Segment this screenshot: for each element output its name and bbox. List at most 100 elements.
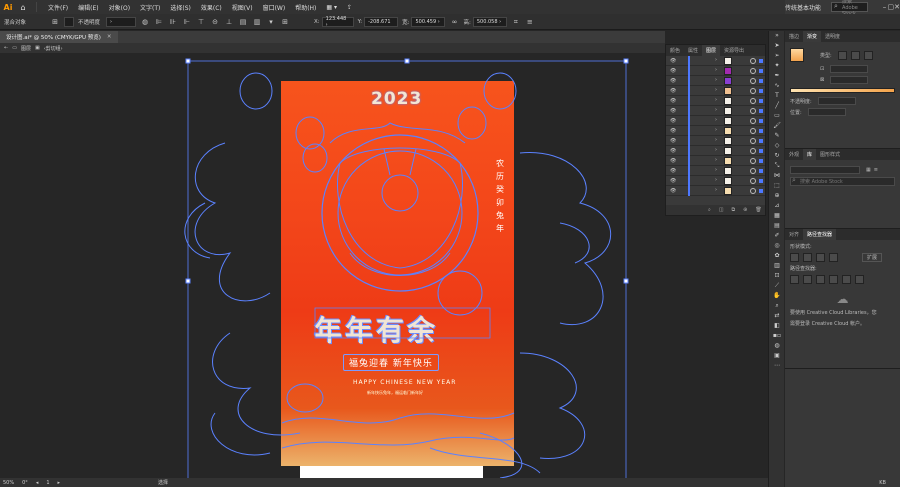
symbol-sprayer-tool-icon[interactable]: ✿ [769, 251, 785, 261]
close-icon[interactable]: ✕ [894, 3, 900, 11]
breadcrumb-clip-group[interactable]: ‹剪切组› [44, 45, 63, 52]
layer-row[interactable]: 👁 › [666, 156, 765, 166]
toolbar-collapse-icon[interactable]: » [769, 31, 785, 41]
layer-row[interactable]: 👁 › [666, 106, 765, 116]
workspace-switcher[interactable]: 传统基本功能 [785, 3, 821, 12]
line-tool-icon[interactable]: ╱ [769, 101, 785, 111]
recolor-icon[interactable]: ◍ [140, 17, 150, 27]
visibility-eye-icon[interactable]: 👁 [670, 148, 676, 154]
menu-type[interactable]: 文字(T) [135, 3, 165, 12]
new-layer-icon[interactable]: ⊕ [743, 207, 747, 213]
expand-caret-icon[interactable]: › [715, 127, 717, 133]
artboard-tool-icon[interactable]: ⊡ [769, 271, 785, 281]
selection-indicator[interactable] [759, 59, 763, 63]
expand-button[interactable]: 扩展 [862, 253, 883, 262]
radial-gradient-button[interactable] [850, 50, 860, 60]
expand-caret-icon[interactable]: › [715, 137, 717, 143]
gradient-edit-icon[interactable]: ⊡ [820, 66, 824, 72]
library-select[interactable] [790, 166, 860, 174]
visibility-eye-icon[interactable]: 👁 [670, 168, 676, 174]
x-coordinate-field[interactable]: 123.448 › [321, 16, 354, 28]
shape-builder-tool-icon[interactable]: ⊕ [769, 191, 785, 201]
target-icon[interactable] [750, 78, 756, 84]
outline-button[interactable] [842, 275, 851, 284]
expand-caret-icon[interactable]: › [715, 97, 717, 103]
pencil-tool-icon[interactable]: ✎ [769, 131, 785, 141]
expand-caret-icon[interactable]: › [715, 77, 717, 83]
menu-icon[interactable]: ≡ [525, 17, 535, 27]
target-icon[interactable] [750, 108, 756, 114]
isolate-icon[interactable]: ⊞ [50, 17, 60, 27]
magic-wand-tool-icon[interactable]: ✦ [769, 61, 785, 71]
tab-appearance[interactable]: 外观 [785, 149, 803, 160]
unite-button[interactable] [790, 253, 799, 262]
graph-tool-icon[interactable]: ▥ [769, 261, 785, 271]
opacity-field[interactable]: › [106, 16, 137, 27]
paintbrush-tool-icon[interactable]: 🖌 [769, 121, 785, 131]
target-icon[interactable] [750, 138, 756, 144]
rectangle-tool-icon[interactable]: ▭ [769, 111, 785, 121]
tab-stroke[interactable]: 描边 [785, 31, 803, 42]
selection-indicator[interactable] [759, 169, 763, 173]
layer-row[interactable]: 👁 › [666, 86, 765, 96]
target-icon[interactable] [750, 178, 756, 184]
direct-selection-tool-icon[interactable]: ➢ [769, 51, 785, 61]
edit-toolbar-icon[interactable]: ⋯ [769, 361, 785, 371]
eyedropper-tool-icon[interactable]: ✐ [769, 231, 785, 241]
fill-stroke-icon[interactable]: ◧ [769, 321, 785, 331]
layer-row[interactable]: 👁 › [666, 66, 765, 76]
menu-help[interactable]: 帮助(H) [290, 3, 321, 12]
rotate-tool-icon[interactable]: ↻ [769, 151, 785, 161]
selection-indicator[interactable] [759, 119, 763, 123]
menu-object[interactable]: 对象(O) [104, 3, 135, 12]
gradient-position-field[interactable] [807, 108, 846, 116]
menu-window[interactable]: 窗口(W) [258, 3, 291, 12]
visibility-eye-icon[interactable]: 👁 [670, 108, 676, 114]
expand-caret-icon[interactable]: › [715, 187, 717, 193]
layer-row[interactable]: 👁 › [666, 56, 765, 66]
back-arrow-icon[interactable]: ⇠ [4, 45, 8, 51]
slice-tool-icon[interactable]: ⟋ [769, 281, 785, 291]
expand-caret-icon[interactable]: › [715, 147, 717, 153]
expand-caret-icon[interactable]: › [715, 67, 717, 73]
minus-front-button[interactable] [803, 253, 812, 262]
draw-mode-icon[interactable]: ◍ [769, 341, 785, 351]
expand-caret-icon[interactable]: › [715, 87, 717, 93]
aspect-icon[interactable]: ⊠ [820, 77, 824, 83]
swap-colors-icon[interactable]: ⇄ [769, 311, 785, 321]
next-artboard-icon[interactable]: ▸ [58, 480, 61, 486]
visibility-eye-icon[interactable]: 👁 [670, 118, 676, 124]
dropdown-icon[interactable]: ▾ [266, 17, 276, 27]
crop-button[interactable] [829, 275, 838, 284]
target-icon[interactable] [750, 118, 756, 124]
free-transform-tool-icon[interactable]: ⬚ [769, 181, 785, 191]
transform-icon[interactable]: ⌗ [511, 17, 521, 27]
visibility-eye-icon[interactable]: 👁 [670, 178, 676, 184]
prev-artboard-icon[interactable]: ◂ [36, 480, 39, 486]
align-middle-icon[interactable]: ⊝ [210, 17, 220, 27]
divide-button[interactable] [790, 275, 799, 284]
pen-tool-icon[interactable]: ✒ [769, 71, 785, 81]
layer-row[interactable]: 👁 › [666, 136, 765, 146]
artboard-number[interactable]: 1 [46, 480, 49, 486]
selection-tool-icon[interactable]: ➤ [769, 41, 785, 51]
target-icon[interactable] [750, 128, 756, 134]
selection-indicator[interactable] [759, 79, 763, 83]
layer-row[interactable]: 👁 › [666, 96, 765, 106]
target-icon[interactable] [750, 168, 756, 174]
selection-indicator[interactable] [759, 189, 763, 193]
link-icon[interactable]: ∞ [449, 17, 459, 27]
menu-view[interactable]: 视图(V) [227, 3, 258, 12]
layer-row[interactable]: 👁 › [666, 116, 765, 126]
target-icon[interactable] [750, 68, 756, 74]
layer-row[interactable]: 👁 › [666, 146, 765, 156]
delete-layer-icon[interactable]: 🗑 [755, 207, 761, 213]
target-icon[interactable] [750, 158, 756, 164]
tab-asset-export[interactable]: 资源导出 [720, 45, 748, 56]
trim-button[interactable] [803, 275, 812, 284]
screen-mode-icon[interactable]: ▣ [769, 351, 785, 361]
stroke-weight-field[interactable] [64, 16, 74, 27]
width-tool-icon[interactable]: ⋈ [769, 171, 785, 181]
layer-row[interactable]: 👁 › [666, 176, 765, 186]
curvature-tool-icon[interactable]: ∿ [769, 81, 785, 91]
